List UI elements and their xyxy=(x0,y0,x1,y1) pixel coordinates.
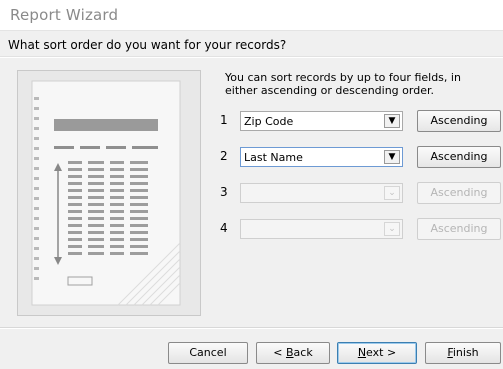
sort-order-1-button[interactable]: Ascending xyxy=(417,110,501,132)
sort-row-3-number: 3 xyxy=(220,185,228,199)
divider-top xyxy=(0,56,503,58)
sort-row-2-number: 2 xyxy=(220,149,228,163)
back-label: < Back xyxy=(273,346,313,359)
back-button[interactable]: < Back xyxy=(256,342,330,364)
sort-row-1-number: 1 xyxy=(220,113,228,127)
finish-button[interactable]: Finish xyxy=(425,342,501,364)
chevron-down-icon[interactable]: ⌄ xyxy=(384,186,400,200)
chevron-down-icon[interactable]: ▼ xyxy=(384,114,400,128)
page-heading: What sort order do you want for your rec… xyxy=(8,38,287,52)
sort-field-1-combo[interactable]: Zip Code ▼ xyxy=(240,111,403,131)
sort-order-4-button[interactable]: Ascending xyxy=(417,218,501,240)
sort-field-2-combo[interactable]: Last Name ▼ xyxy=(240,147,403,167)
title-bar: Report Wizard xyxy=(0,0,503,31)
sort-order-3-button[interactable]: Ascending xyxy=(417,182,501,204)
cancel-button[interactable]: Cancel xyxy=(168,342,248,364)
sort-field-3-combo[interactable]: ⌄ xyxy=(240,183,403,203)
cancel-label: Cancel xyxy=(189,346,227,359)
next-button[interactable]: Next > xyxy=(337,342,417,364)
sort-row-4-number: 4 xyxy=(220,221,228,235)
instructions-text: You can sort records by up to four field… xyxy=(225,71,461,97)
sort-field-1-value: Zip Code xyxy=(244,115,294,128)
sort-order-2-button[interactable]: Ascending xyxy=(417,146,501,168)
sort-field-2-value: Last Name xyxy=(244,151,303,164)
report-preview-image xyxy=(17,70,201,316)
report-preview-illustration xyxy=(18,71,200,315)
sort-field-4-combo[interactable]: ⌄ xyxy=(240,219,403,239)
chevron-down-icon[interactable]: ⌄ xyxy=(384,222,400,236)
window-title: Report Wizard xyxy=(10,6,119,24)
chevron-down-icon[interactable]: ▼ xyxy=(384,150,400,164)
next-label: Next > xyxy=(357,346,397,359)
divider-bottom xyxy=(0,327,503,329)
finish-label: Finish xyxy=(447,346,479,359)
